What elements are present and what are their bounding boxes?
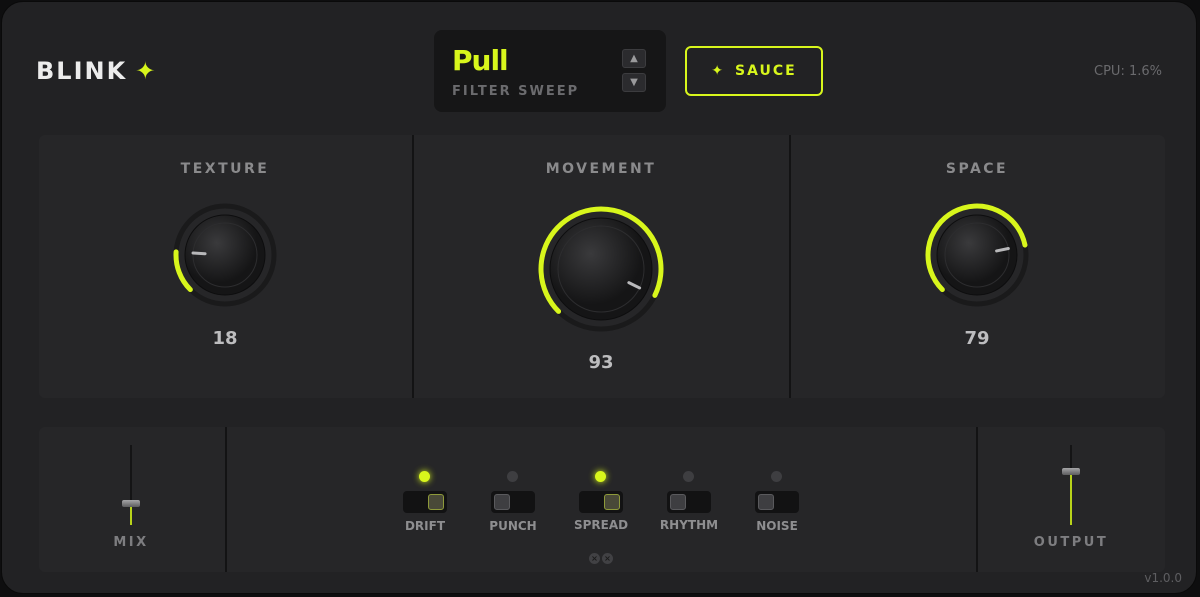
link-icon[interactable]: × × <box>589 553 615 564</box>
led-indicator <box>595 471 606 482</box>
space-value: 79 <box>964 328 990 349</box>
sauce-label: SAUCE <box>735 63 797 79</box>
movement-knob[interactable] <box>536 204 666 334</box>
version-label: v1.0.0 <box>1144 571 1182 585</box>
toggle-label: DRIFT <box>404 519 446 533</box>
preset-category: FILTER SWEEP <box>452 84 580 99</box>
led-indicator <box>771 471 782 482</box>
cpu-meter: CPU: 1.6% <box>1094 64 1162 79</box>
preset-display[interactable]: Pull FILTER SWEEP ▲ ▼ <box>434 30 666 112</box>
knob-panel: TEXTURE MOVEMENT SPACE 18 93 79 <box>39 135 1165 398</box>
switch[interactable] <box>667 491 711 513</box>
divider <box>412 135 414 398</box>
toggle-label: PUNCH <box>489 519 537 533</box>
output-label: OUTPUT <box>1033 535 1109 550</box>
switch[interactable] <box>491 491 535 513</box>
bottom-panel: MIX DRIFT PUNCH SPREAD RHYTHM NOISE OUTP… <box>39 427 1165 572</box>
knob-pointer <box>191 251 207 256</box>
texture-label: TEXTURE <box>180 161 270 177</box>
led-indicator <box>683 471 694 482</box>
toggle-label: RHYTHM <box>659 518 719 532</box>
mix-fader-handle[interactable] <box>122 499 140 507</box>
sauce-button[interactable]: ✦ SAUCE <box>685 46 823 96</box>
movement-value: 93 <box>588 352 614 373</box>
led-indicator <box>419 471 430 482</box>
movement-label: MOVEMENT <box>545 161 657 177</box>
led-indicator <box>507 471 518 482</box>
sparkle-icon: ✦ <box>135 57 158 85</box>
switch[interactable] <box>403 491 447 513</box>
texture-knob[interactable] <box>171 201 279 309</box>
preset-up-button[interactable]: ▲ <box>622 49 646 68</box>
sparkle-icon: ✦ <box>711 63 726 79</box>
mix-label: MIX <box>113 535 149 550</box>
output-fader-fill <box>1070 470 1072 525</box>
switch[interactable] <box>579 491 623 513</box>
output-fader-handle[interactable] <box>1062 467 1080 475</box>
texture-value: 18 <box>212 328 238 349</box>
logo: BLINK ✦ <box>36 57 157 85</box>
divider <box>976 427 978 572</box>
preset-down-button[interactable]: ▼ <box>622 73 646 92</box>
toggle-label: SPREAD <box>573 518 629 532</box>
toggle-label: NOISE <box>756 519 798 533</box>
brand-name: BLINK <box>36 57 128 85</box>
divider <box>225 427 227 572</box>
preset-name: Pull <box>452 44 509 77</box>
space-knob[interactable] <box>923 201 1031 309</box>
space-label: SPACE <box>945 161 1009 177</box>
plugin-window: BLINK ✦ Pull FILTER SWEEP ▲ ▼ ✦ SAUCE CP… <box>1 1 1197 594</box>
switch[interactable] <box>755 491 799 513</box>
divider <box>789 135 791 398</box>
